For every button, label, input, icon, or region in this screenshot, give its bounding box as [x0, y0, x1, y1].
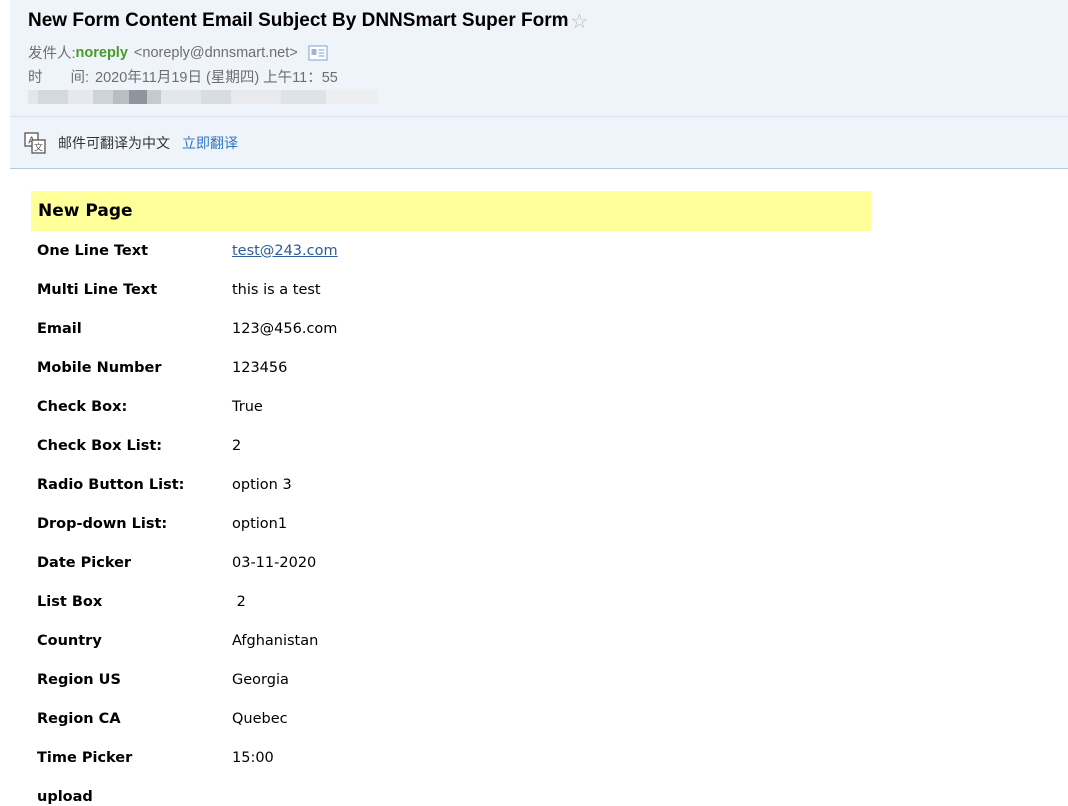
field-label: upload	[37, 788, 93, 805]
field-label: Country	[37, 632, 102, 649]
translate-prompt: 邮件可翻译为中文	[58, 134, 170, 151]
field-row: Multi Line Text this is a test	[31, 270, 871, 309]
contact-card-icon[interactable]	[308, 44, 328, 61]
field-label: Drop-down List:	[37, 515, 168, 532]
field-value: Quebec	[232, 710, 288, 727]
field-label: Email	[37, 320, 82, 337]
email-subject: New Form Content Email Subject By DNNSma…	[28, 10, 569, 31]
field-value: 15:00	[232, 749, 274, 766]
time-label-char1: 时	[28, 70, 43, 86]
field-list: One Line Text test@243.com Multi Line Te…	[31, 231, 871, 806]
field-value: True	[232, 398, 263, 415]
field-value: Afghanistan	[232, 632, 319, 649]
field-label: Multi Line Text	[37, 281, 158, 298]
field-label: Time Picker	[37, 749, 133, 766]
field-row: Date Picker 03-11-2020	[31, 543, 871, 582]
sender-address: <noreply@dnnsmart.net>	[133, 44, 298, 61]
subject-line: New Form Content Email Subject By DNNSma…	[28, 10, 588, 32]
field-value: 123456	[232, 359, 288, 376]
field-value: option1	[232, 515, 288, 532]
sender-name[interactable]: noreply	[76, 45, 128, 61]
field-row: Drop-down List: option1	[31, 504, 871, 543]
field-row: Check Box List: 2	[31, 426, 871, 465]
form-content: New Page One Line Text test@243.com Mult…	[31, 191, 871, 806]
field-label: Mobile Number	[37, 359, 162, 376]
field-row: Region US Georgia	[31, 660, 871, 699]
field-row: Mobile Number 123456	[31, 348, 871, 387]
field-label: Radio Button List:	[37, 476, 185, 493]
field-label: Date Picker	[37, 554, 132, 571]
field-row: List Box 2	[31, 582, 871, 621]
time-label-char2: 间:	[70, 70, 90, 86]
email-view: New Form Content Email Subject By DNNSma…	[0, 0, 1068, 806]
translate-bar: A 文 邮件可翻译为中文 立即翻译	[10, 116, 1068, 169]
field-value: 123@456.com	[232, 320, 338, 337]
field-row: Check Box: True	[31, 387, 871, 426]
translate-now-link[interactable]: 立即翻译	[182, 133, 238, 153]
from-label: 发件人:	[28, 46, 76, 62]
field-label: Region CA	[37, 710, 121, 727]
star-icon[interactable]: ☆	[571, 11, 589, 31]
field-value: 2	[232, 437, 242, 454]
field-value: 03-11-2020	[232, 554, 317, 571]
section-heading: New Page	[31, 191, 871, 231]
field-label: One Line Text	[37, 242, 149, 259]
field-row: Email 123@456.com	[31, 309, 871, 348]
field-label: List Box	[37, 593, 103, 610]
mail-header: New Form Content Email Subject By DNNSma…	[10, 0, 1068, 116]
from-row: 发件人: noreply <noreply@dnnsmart.net>	[28, 42, 328, 63]
field-value-link[interactable]: test@243.com	[232, 243, 338, 259]
field-value: Georgia	[232, 671, 289, 688]
field-label: Check Box:	[37, 398, 128, 415]
field-row: Time Picker 15:00	[31, 738, 871, 777]
sent-time: 2020年11月19日 (星期四) 上午11：55	[95, 70, 338, 86]
field-value: 2	[232, 593, 246, 610]
field-value: this is a test	[232, 281, 321, 298]
field-row: Region CA Quebec	[31, 699, 871, 738]
field-label: Region US	[37, 671, 121, 688]
field-label: Check Box List:	[37, 437, 163, 454]
time-row: 时 间: 2020年11月19日 (星期四) 上午11：55	[28, 66, 338, 87]
redacted-recipients	[28, 90, 378, 104]
field-row: Radio Button List: option 3	[31, 465, 871, 504]
svg-text:文: 文	[34, 141, 43, 153]
field-row: Country Afghanistan	[31, 621, 871, 660]
field-row: One Line Text test@243.com	[31, 231, 871, 270]
field-value: option 3	[232, 476, 292, 493]
translate-icon: A 文	[24, 131, 46, 154]
field-row: upload	[31, 777, 871, 806]
